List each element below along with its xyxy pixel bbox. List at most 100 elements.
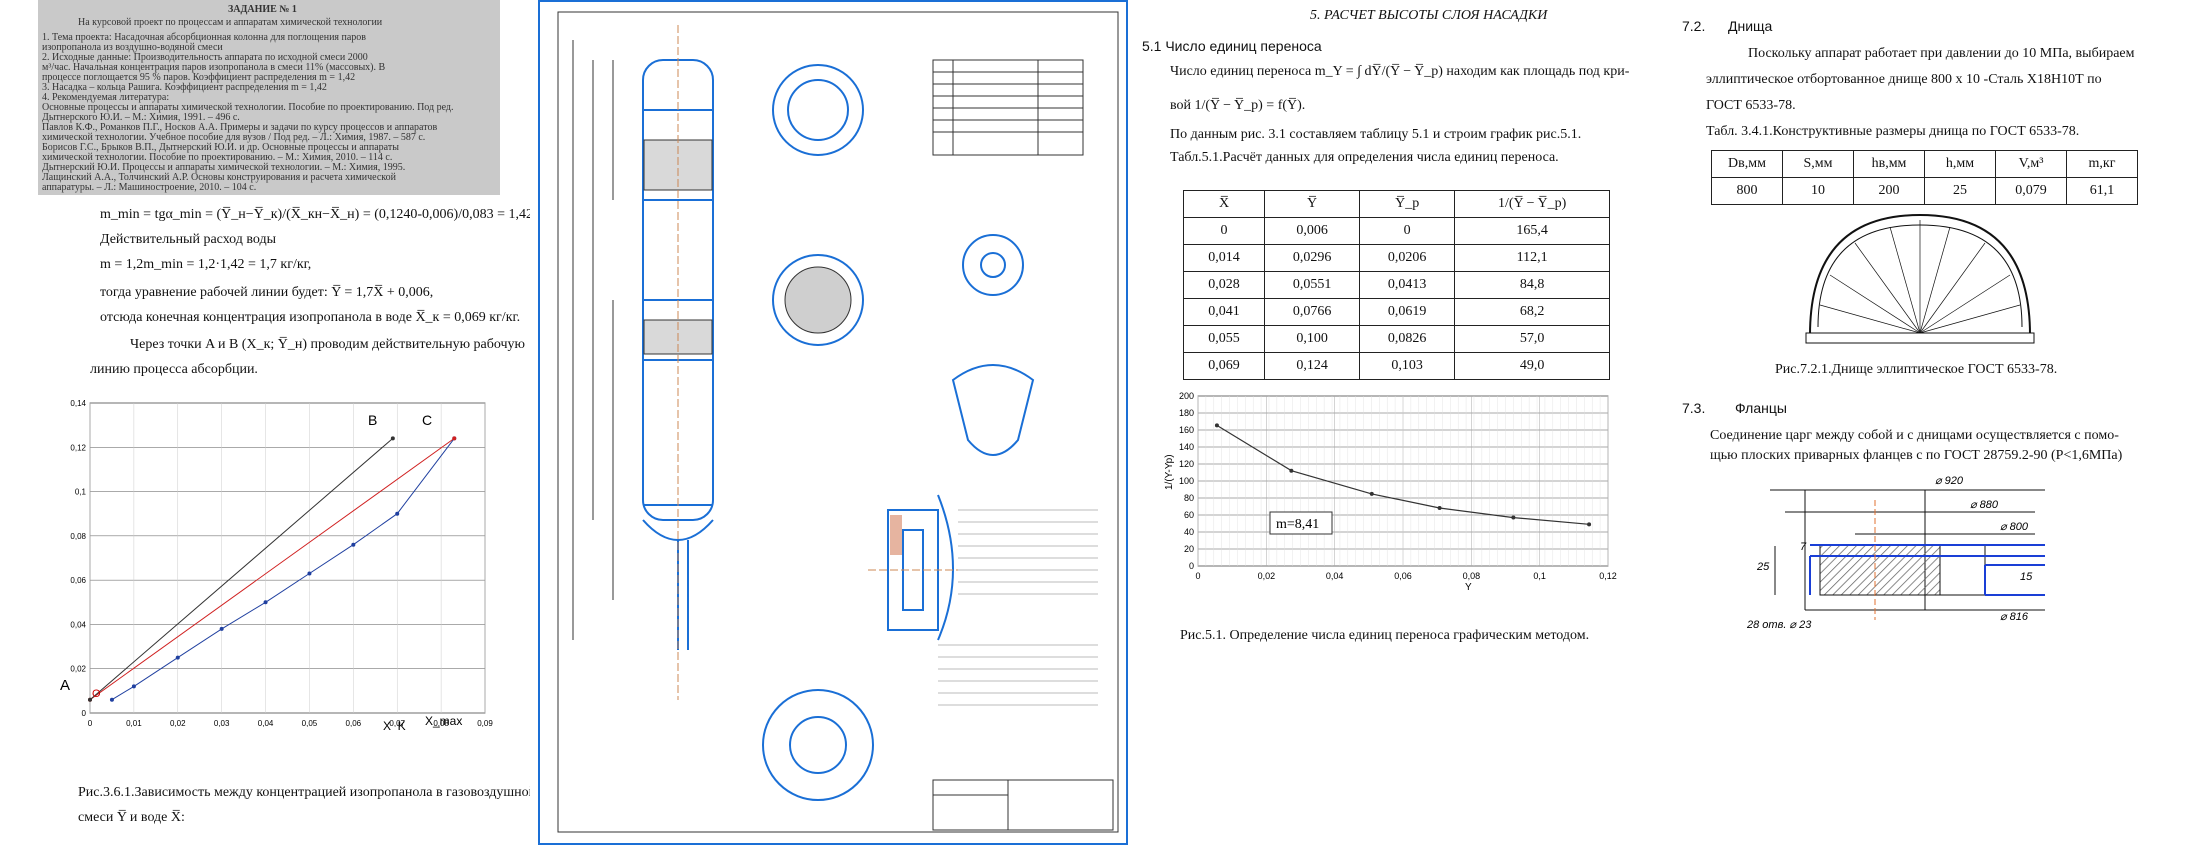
x-tick-label: 0,02 [170,719,186,728]
x-tick-label: 0,05 [302,719,318,728]
table-cell: hв,мм [1853,150,1925,178]
dim-800: ⌀ 800 [2000,521,2029,533]
table-cell: h,мм [1924,150,1996,178]
table-cell: 0,100 [1264,325,1361,353]
label-xmax: X_max [425,714,462,728]
y-tick-label: 20 [1184,544,1194,554]
table-header-cell: Y̅_p [1359,190,1456,218]
x-tick-label: 0,04 [258,719,274,728]
data-point [263,600,268,605]
task-assignment-sheet: ЗАДАНИЕ № 1 На курсовой проект по процес… [38,0,500,195]
task-line: аппаратуры. – Л.: Машиностроение, 2010. … [42,182,257,193]
y-tick-label: 0 [82,709,87,718]
eq-mmin: m_min = tgα_min = (Y̅_н−Y̅_к)/(X̅_кн−X̅_… [100,207,530,222]
table-cell: 0,124 [1264,352,1361,380]
table-cell: 25 [1924,177,1996,205]
y-tick-label: 0,08 [70,532,86,541]
table-row: 0,055 0,100 0,0826 57,0 [1182,325,1610,353]
y-tick-label: 100 [1179,476,1194,486]
dim-25: 25 [1756,561,1770,573]
table-cell: Dв,мм [1711,150,1783,178]
data-point [1289,468,1294,473]
data-point [109,697,114,702]
x-tick-label: 0,02 [1258,571,1276,581]
data-point [175,655,180,660]
label-A: A [60,677,70,694]
fig-head-caption: Рис.7.2.1.Днище эллиптическое ГОСТ 6533-… [1775,362,2058,377]
task-title: ЗАДАНИЕ № 1 [228,4,297,15]
table-cell: 49,0 [1454,352,1610,380]
text-final-conc: отсюда конечная концентрация изопропанол… [100,310,521,325]
table-cell: 0,069 [1182,352,1266,380]
label-B: B [368,412,377,428]
text-through-points: Через точки A и B (X_к; Y̅_н) проводим д… [130,337,526,352]
para-table-ref: По данным рис. 3.1 составляем таблицу 5.… [1170,127,1582,142]
x-tick-label: 0 [1195,571,1200,581]
ntu-chart: 0 20 40 60 80 100 120 140 160 180 200 0 0,02 0,04 0,06… [1164,391,1617,593]
task-subtitle: На курсовой проект по процессам и аппара… [78,17,383,28]
table-row: 800 10 200 25 0,079 61,1 [1711,177,2138,205]
panel-column-drawing [538,0,1138,863]
series-line-0 [111,438,455,701]
dim-880: ⌀ 880 [1970,499,1999,511]
y-tick-label: 160 [1179,425,1194,435]
table-cell: 0,079 [1995,177,2067,205]
data-point [1214,423,1219,428]
x-tick-label: 0,01 [126,719,142,728]
y-tick-label: 0,12 [70,443,86,452]
table-cell: 61,1 [2066,177,2138,205]
ntu-table: X̅ Y̅ Y̅_p 1/(Y̅ − Y̅_p) 0 0,006 0 165,4 0,014 0,… [1182,190,1610,380]
sec2-p2: щью плоских приварных фланцев с по ГОСТ … [1710,448,2123,463]
x-tick-label: 0,04 [1326,571,1344,581]
text-water-flow: Действительный расход воды [100,232,277,247]
x-tick-label: 0,09 [477,719,493,728]
table-cell: 0 [1182,217,1266,245]
panel-absorption-text: ЗАДАНИЕ № 1 На курсовой проект по процес… [0,0,530,863]
text-process-line: линию процесса абсорбции. [90,362,258,377]
para-curve: вой 1/(Y̅ − Y̅_p) = f(Y̅). [1170,98,1306,113]
data-point [307,571,312,576]
table-header-cell: 1/(Y̅ − Y̅_p) [1454,190,1610,218]
table-cell: 84,8 [1454,271,1610,299]
table-header-row: X̅ Y̅ Y̅_p 1/(Y̅ − Y̅_p) [1182,190,1610,218]
elliptic-head-drawing [1805,213,2035,344]
table-cell: 112,1 [1454,244,1610,272]
data-point [395,511,400,516]
panel-packing-height: 5. РАСЧЕТ ВЫСОТЫ СЛОЯ НАСАДКИ 5.1 Число … [1140,0,1680,863]
sec2-title: Фланцы [1735,400,1787,416]
data-point [1511,515,1516,520]
label-xk: X_K [383,719,406,730]
table-cell: 0,041 [1182,298,1266,326]
equilibrium-chart: 0 0,02 0,04 0,06 0,08 0,1 0,12 0,14 0 0,01 0,02 0,0… [60,399,493,730]
y-tick-label: 0 [1189,561,1194,571]
table-cell: 0,055 [1182,325,1266,353]
dim-holes: 28 отв. ⌀ 23 [1746,619,1812,631]
y-tick-label: 140 [1179,442,1194,452]
tbl-caption: Табл. 3.4.1.Конструктивные размеры днища… [1706,124,2080,139]
dim-7: 7 [1800,541,1807,553]
data-point [452,436,457,441]
table-cell: 0,014 [1182,244,1266,272]
y-tick-label: 180 [1179,408,1194,418]
table-cell: 10 [1782,177,1854,205]
sec2-p1: Соединение царг между собой и с днищами … [1710,428,2119,443]
x-axis-label: Y [1465,582,1472,593]
table-cell: V,м³ [1995,150,2067,178]
y-tick-label: 200 [1179,391,1194,401]
table-row: 0,069 0,124 0,103 49,0 [1182,352,1610,380]
table-row: 0,041 0,0766 0,0619 68,2 [1182,298,1610,326]
fig-caption-line2: смеси Y̅ и воде X̅: [78,810,185,825]
data-point [1369,491,1374,496]
sec2-num: 7.3. [1682,400,1706,416]
sec1-p1: Поскольку аппарат работает при давлении … [1748,46,2135,61]
dim-920: ⌀ 920 [1935,475,1964,487]
x-tick-label: 0,03 [214,719,230,728]
dim-15: 15 [2020,571,2033,583]
y-tick-label: 80 [1184,493,1194,503]
sec1-p2: эллиптическое отбортованное днище 800 x … [1706,72,2102,87]
y-tick-label: 40 [1184,527,1194,537]
x-tick-label: 0,06 [1394,571,1412,581]
table-cell: 0,0413 [1359,271,1456,299]
eq-m: m = 1,2m_min = 1,2·1,42 = 1,7 кг/кг, [100,257,312,272]
data-point [390,436,395,441]
